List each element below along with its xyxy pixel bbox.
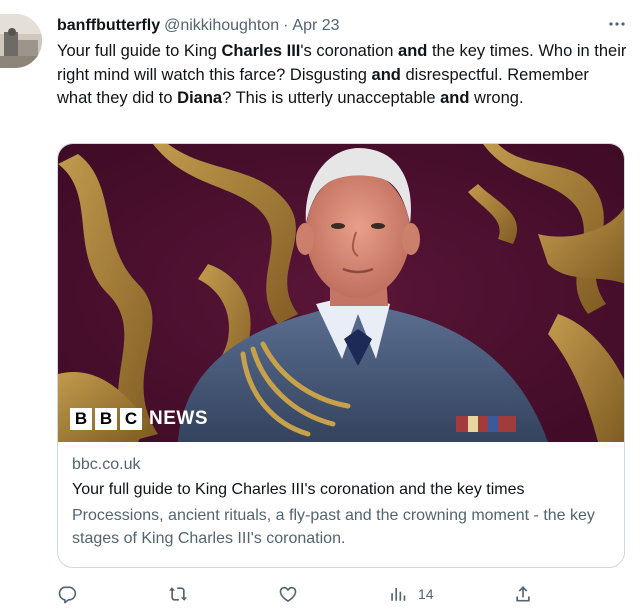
bbc-news-logo: B B C NEWS bbox=[70, 408, 208, 430]
bbc-logo-block-2: B bbox=[95, 408, 117, 430]
share-icon bbox=[516, 586, 530, 602]
card-domain: bbc.co.uk bbox=[72, 456, 141, 473]
avatar[interactable] bbox=[0, 14, 42, 68]
views-icon bbox=[391, 588, 406, 601]
tweet-text-bold-segment: Charles III bbox=[221, 42, 301, 60]
tweet-text-segment: 's coronation bbox=[300, 42, 399, 60]
card-image bbox=[58, 144, 624, 442]
reply-button[interactable] bbox=[57, 583, 77, 605]
avatar-image bbox=[0, 14, 42, 68]
retweet-button[interactable] bbox=[167, 583, 189, 605]
reply-icon bbox=[58, 586, 77, 604]
bbc-logo-block-3: C bbox=[120, 408, 142, 430]
card-meta: bbc.co.uk Your full guide to King Charle… bbox=[72, 454, 610, 550]
tweet-date[interactable]: Apr 23 bbox=[292, 17, 339, 35]
user-handle[interactable]: @nikkihoughton bbox=[164, 17, 279, 35]
share-button[interactable] bbox=[513, 583, 533, 605]
tweet-text-bold-segment: and bbox=[371, 65, 401, 84]
more-options-icon[interactable] bbox=[606, 13, 628, 35]
tweet-text-bold-segment: Diana bbox=[177, 89, 223, 107]
like-button[interactable] bbox=[278, 583, 298, 605]
card-title: Your full guide to King Charles III's co… bbox=[72, 481, 525, 498]
tweet-text-segment: ? This is utterly unacceptable bbox=[222, 89, 441, 107]
tweet-header: banffbutterfly @nikkihoughton · Apr 23 bbox=[57, 15, 628, 37]
views-button[interactable]: 14 bbox=[389, 583, 434, 605]
tweet-text-segment: wrong. bbox=[469, 89, 524, 107]
tweet-text-segment: Your full guide to King bbox=[57, 42, 222, 60]
action-bar: 14 bbox=[57, 583, 627, 605]
card-description: Processions, ancient rituals, a fly-past… bbox=[72, 507, 595, 547]
bbc-logo-block-1: B bbox=[70, 408, 92, 430]
views-count: 14 bbox=[418, 586, 434, 602]
tweet-text-bold-segment: and bbox=[440, 89, 470, 107]
link-card[interactable]: B B C NEWS bbc.co.uk Your full guide to … bbox=[57, 143, 625, 568]
display-name[interactable]: banffbutterfly bbox=[57, 17, 160, 35]
header-separator: · bbox=[283, 17, 289, 34]
tweet[interactable]: banffbutterfly @nikkihoughton · Apr 23 Y… bbox=[0, 0, 642, 612]
tweet-text: Your full guide to King Charles III's co… bbox=[57, 40, 627, 111]
retweet-icon bbox=[169, 587, 187, 601]
bbc-logo-news: NEWS bbox=[149, 408, 208, 429]
tweet-text-bold-segment: and bbox=[398, 42, 428, 60]
like-icon bbox=[279, 586, 297, 602]
